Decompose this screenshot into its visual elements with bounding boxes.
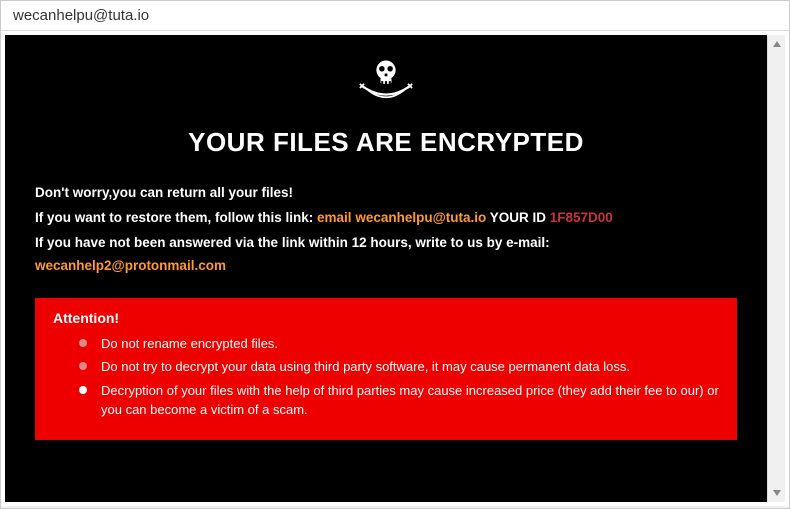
info-lines: Don't worry,you can return all your file… — [35, 182, 737, 278]
restore-prefix: If you want to restore them, follow this… — [35, 210, 317, 225]
vertical-scrollbar[interactable] — [767, 35, 785, 502]
skull-swords-icon — [351, 55, 421, 110]
contact-email: wecanhelpu@tuta.io — [355, 210, 486, 225]
attention-box: Attention! Do not rename encrypted files… — [35, 298, 737, 440]
attention-title: Attention! — [53, 310, 719, 326]
content-wrapper: YOUR FILES ARE ENCRYPTED Don't worry,you… — [1, 31, 789, 506]
scroll-down-arrow-icon[interactable] — [768, 484, 785, 502]
scroll-up-arrow-icon[interactable] — [768, 35, 785, 53]
victim-id: 1F857D00 — [550, 210, 613, 225]
attention-list: Do not rename encrypted files. Do not tr… — [53, 334, 719, 420]
attention-item: Do not rename encrypted files. — [73, 334, 719, 354]
id-label: YOUR ID — [486, 210, 550, 225]
fallback-line: If you have not been answered via the li… — [35, 232, 737, 278]
fallback-prefix: If you have not been answered via the li… — [35, 235, 550, 250]
fallback-email: wecanhelp2@protonmail.com — [35, 258, 226, 273]
attention-item: Do not try to decrypt your data using th… — [73, 357, 719, 377]
attention-item: Decryption of your files with the help o… — [73, 381, 719, 420]
window-title: wecanhelpu@tuta.io — [13, 7, 149, 24]
headline: YOUR FILES ARE ENCRYPTED — [35, 127, 737, 158]
pirate-logo — [35, 55, 737, 115]
scroll-track[interactable] — [768, 53, 785, 484]
window-titlebar: wecanhelpu@tuta.io — [1, 1, 789, 31]
restore-line: If you want to restore them, follow this… — [35, 207, 737, 230]
intro-line: Don't worry,you can return all your file… — [35, 182, 737, 205]
email-label: email — [317, 210, 355, 225]
ransom-note-body: YOUR FILES ARE ENCRYPTED Don't worry,you… — [5, 35, 767, 502]
